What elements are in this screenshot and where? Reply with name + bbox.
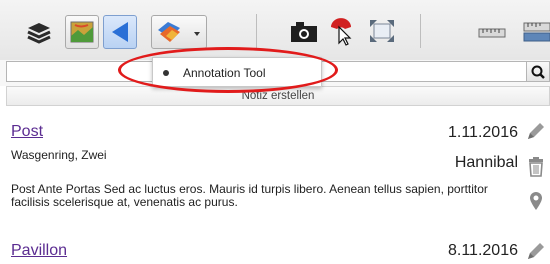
highlight-ellipse [118,47,338,93]
note-date: 8.11.2016 [448,242,518,259]
note-title[interactable]: Pavillon [11,242,67,260]
layers-icon [27,23,51,44]
navigate-back-icon [112,22,128,42]
edit-icon[interactable] [524,238,546,264]
ruler-icon [478,28,506,38]
annotation-dropdown-button[interactable] [151,15,207,49]
fullscreen-button[interactable] [365,15,399,47]
delete-icon[interactable] [527,156,545,178]
map-icon [70,21,94,43]
layers-button[interactable] [22,15,56,47]
note-item: Pavillon 8.11.2016 [0,230,550,260]
map-button[interactable] [65,15,99,49]
screenshot-button[interactable] [287,15,321,47]
note-date: 1.11.2016 [448,124,518,141]
camera-icon [291,22,317,42]
note-location: Wasgenring, Zwei [11,148,107,162]
measure-area-button[interactable] [520,15,550,47]
area-measure-icon [523,22,550,42]
toolbar-separator [420,14,421,48]
navigate-button[interactable] [103,15,137,49]
edit-icon[interactable] [524,118,546,144]
fullscreen-icon [370,20,394,42]
location-pin-icon[interactable] [528,190,544,212]
measure-distance-button[interactable] [475,15,509,47]
search-icon [531,65,545,79]
note-title[interactable]: Post [11,123,43,141]
note-author: Hannibal [454,154,518,171]
annotation-dropdown-icon [158,22,200,42]
pointer-button[interactable] [325,15,359,47]
note-text: Post Ante Portas Sed ac luctus eros. Mau… [11,182,488,209]
pointer-icon [331,18,352,46]
note-item: Post 1.11.2016 Wasgenring, Zwei Hannibal… [0,110,550,245]
search-button[interactable] [527,61,550,82]
toolbar-separator [256,14,257,48]
